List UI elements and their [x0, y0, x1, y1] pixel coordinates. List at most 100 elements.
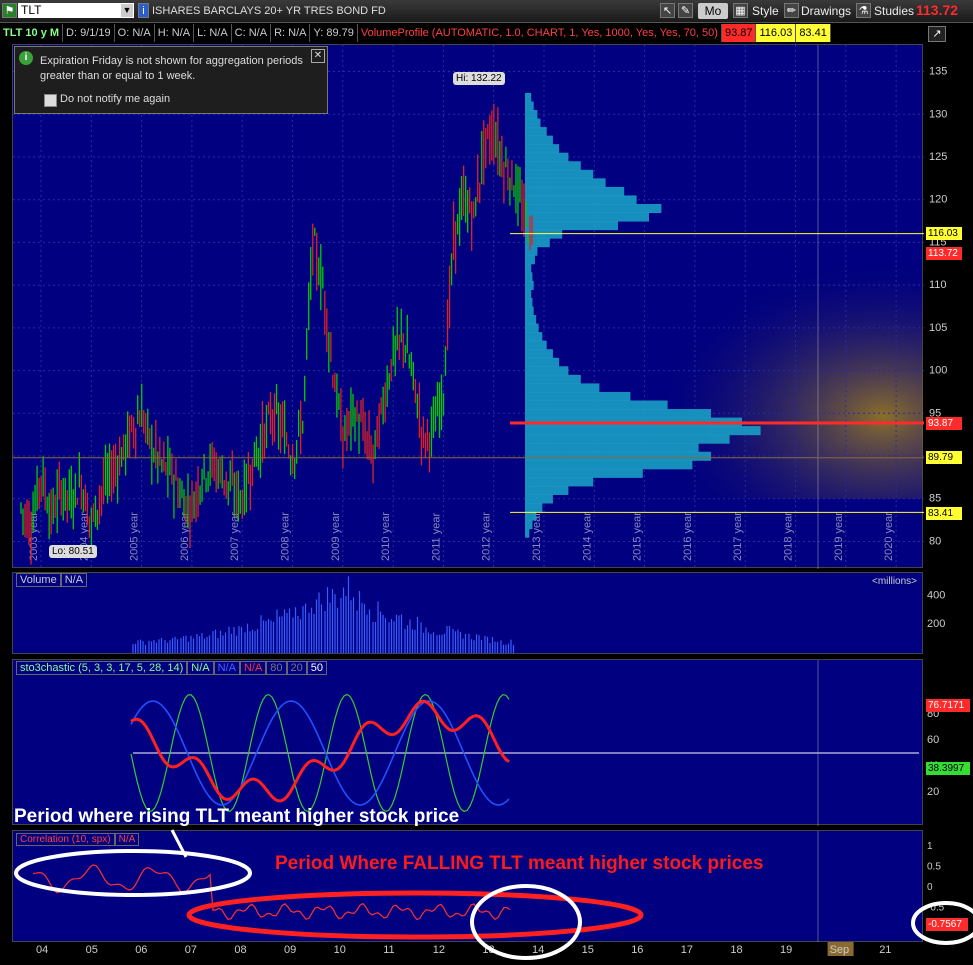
year-label: 2007 year [229, 512, 241, 561]
style-button[interactable]: Style [752, 3, 779, 19]
vp-label: VolumeProfile (AUTOMATIC, 1.0, CHART, 1,… [358, 24, 722, 42]
price-tick: 85 [929, 493, 941, 505]
price-panel: 2003 year 2004 year 2005 year 2006 year 2007… [12, 44, 924, 569]
badge-93: 93.87 [926, 417, 962, 430]
link-icon[interactable]: ⚑ [2, 3, 17, 18]
time-tick: 09 [284, 944, 296, 956]
price-chart: 2003 year 2004 year 2005 year 2006 year 2007… [13, 45, 924, 569]
price-tick: 105 [929, 322, 947, 334]
time-tick: 08 [234, 944, 246, 956]
price-tick: 130 [929, 108, 947, 120]
profile-bar [525, 400, 668, 410]
profile-bar [525, 315, 537, 325]
profile-bar [525, 357, 560, 367]
cursor-icon[interactable]: ↖ [660, 3, 675, 18]
profile-bar [525, 169, 594, 179]
profile-bar [525, 246, 538, 256]
year-label: 2012 year [481, 512, 493, 561]
profile-bar [525, 135, 553, 145]
price-tick: 125 [929, 151, 947, 163]
profile-bar [525, 306, 534, 316]
profile-bar [525, 272, 533, 282]
studies-button[interactable]: Studies [874, 3, 914, 19]
wrench-icon[interactable]: ✎ [678, 3, 693, 18]
close-icon[interactable]: ✕ [311, 49, 325, 63]
profile-bar [525, 340, 547, 350]
profile-bar [525, 485, 569, 495]
stoch-v3: N/A [239, 661, 267, 675]
time-tick: 12 [433, 944, 445, 956]
drawings-button[interactable]: Drawings [801, 3, 851, 19]
stoch-v6: 50 [306, 661, 328, 675]
profile-bar [525, 374, 581, 384]
profile-bar [525, 144, 560, 154]
studies-icon[interactable]: ⚗ [856, 3, 871, 18]
stoch-tick: 20 [927, 786, 939, 798]
year-label: 2014 year [581, 512, 593, 561]
time-tick: Sep [830, 944, 850, 956]
hi-label: Hi: 132.22 [453, 72, 505, 85]
pencil-icon[interactable]: ✏ [784, 3, 799, 18]
badge-116: 116.03 [926, 227, 962, 240]
stoch-label[interactable]: sto3chastic (5, 3, 3, 17, 5, 28, 14) [16, 661, 188, 675]
profile-bar [525, 366, 569, 376]
stoch-v4: 80 [266, 661, 287, 675]
info-bar: TLT 10 y M D: 9/1/19 O: N/A H: N/A L: N/A C: … [0, 24, 973, 42]
time-tick: 06 [135, 944, 147, 956]
chart-settings-icon[interactable]: ↗ [928, 26, 946, 42]
year-label: 2008 year [280, 512, 292, 561]
chart-window: ⚑ TLT ▼ i ISHARES BARCLAYS 20+ YR TRES B… [0, 0, 973, 965]
profile-bar [525, 468, 643, 478]
volume-value: N/A [60, 573, 88, 587]
corr-header: Correlation (10, spx) N/A [16, 833, 140, 846]
mode-button[interactable]: Mo [698, 3, 728, 19]
price-tick: 135 [929, 66, 947, 78]
price-tick: 100 [929, 365, 947, 377]
vp-value-3: 83.41 [796, 24, 831, 42]
profile-bar [525, 221, 618, 231]
expiration-notice: i Expiration Friday is not shown for agg… [14, 46, 328, 114]
stoch-v1: N/A [187, 661, 214, 675]
profile-bar [525, 383, 600, 393]
info-close: C: N/A [232, 24, 272, 42]
profile-bar [525, 297, 533, 307]
price-tick: 110 [929, 279, 947, 291]
volume-panel [12, 572, 923, 654]
volume-axis: 200 400 [927, 589, 945, 630]
vp-value-1: 93.87 [721, 24, 757, 42]
stoch-v5: 20 [286, 661, 307, 675]
year-label: 2005 year [129, 512, 141, 561]
corr-label[interactable]: Correlation (10, spx) [16, 833, 115, 846]
profile-bar [525, 101, 534, 111]
chart-id[interactable]: TLT 10 y M [0, 24, 64, 42]
profile-bar [525, 332, 543, 342]
stoch-badge-green: 38.3997 [926, 762, 970, 775]
time-tick: 18 [730, 944, 742, 956]
info-low: L: N/A [194, 24, 232, 42]
time-tick: 11 [383, 944, 394, 956]
profile-bar [525, 528, 530, 538]
do-not-notify-checkbox[interactable] [44, 94, 57, 107]
profile-bar [525, 195, 637, 205]
annotation-rising-tlt: Period where rising TLT meant higher sto… [14, 806, 460, 827]
symbol-input[interactable]: TLT [18, 3, 134, 18]
time-tick: 17 [681, 944, 693, 956]
info-range: R: N/A [271, 24, 311, 42]
volume-header: Volume N/A [16, 573, 88, 587]
grid-icon[interactable]: ▦ [733, 3, 748, 18]
profile-bar [525, 426, 761, 436]
symbol-dropdown-icon[interactable]: ▼ [121, 4, 133, 17]
last-price: 113.72 [916, 2, 959, 18]
profile-bar [525, 255, 535, 265]
profile-bar [525, 409, 711, 419]
year-label: 2019 year [833, 512, 845, 561]
profile-bar [525, 323, 539, 333]
instrument-name: ISHARES BARCLAYS 20+ YR TRES BOND FD [152, 5, 386, 17]
volume-units: <millions> [872, 576, 918, 587]
info-open: O: N/A [115, 24, 155, 42]
info-icon: i [19, 51, 33, 65]
stoch-v2: N/A [213, 661, 240, 675]
lo-label: Lo: 80.51 [49, 545, 97, 558]
stochastic-panel [12, 659, 923, 826]
year-label: 2003 year [28, 512, 40, 561]
